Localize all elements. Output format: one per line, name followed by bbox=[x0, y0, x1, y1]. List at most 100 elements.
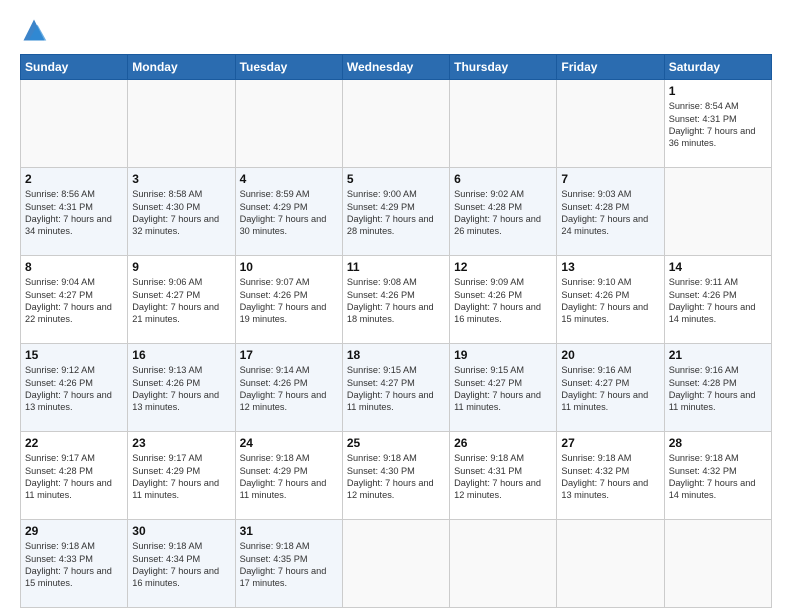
day-info: Sunrise: 9:06 AMSunset: 4:27 PMDaylight:… bbox=[132, 276, 230, 326]
calendar-cell bbox=[342, 80, 449, 168]
day-number: 1 bbox=[669, 83, 767, 99]
calendar-week-row: 22Sunrise: 9:17 AMSunset: 4:28 PMDayligh… bbox=[21, 432, 772, 520]
day-info: Sunrise: 9:08 AMSunset: 4:26 PMDaylight:… bbox=[347, 276, 445, 326]
day-number: 21 bbox=[669, 347, 767, 363]
calendar-cell: 3Sunrise: 8:58 AMSunset: 4:30 PMDaylight… bbox=[128, 168, 235, 256]
day-info: Sunrise: 9:10 AMSunset: 4:26 PMDaylight:… bbox=[561, 276, 659, 326]
calendar-cell bbox=[664, 168, 771, 256]
day-number: 6 bbox=[454, 171, 552, 187]
day-number: 26 bbox=[454, 435, 552, 451]
day-number: 18 bbox=[347, 347, 445, 363]
calendar-cell: 18Sunrise: 9:15 AMSunset: 4:27 PMDayligh… bbox=[342, 344, 449, 432]
day-number: 29 bbox=[25, 523, 123, 539]
day-number: 22 bbox=[25, 435, 123, 451]
calendar-cell bbox=[342, 520, 449, 608]
day-info: Sunrise: 9:18 AMSunset: 4:32 PMDaylight:… bbox=[669, 452, 767, 502]
day-number: 9 bbox=[132, 259, 230, 275]
calendar-day-header: Saturday bbox=[664, 55, 771, 80]
day-info: Sunrise: 9:04 AMSunset: 4:27 PMDaylight:… bbox=[25, 276, 123, 326]
calendar-cell: 24Sunrise: 9:18 AMSunset: 4:29 PMDayligh… bbox=[235, 432, 342, 520]
day-number: 12 bbox=[454, 259, 552, 275]
day-info: Sunrise: 9:15 AMSunset: 4:27 PMDaylight:… bbox=[454, 364, 552, 414]
day-info: Sunrise: 9:00 AMSunset: 4:29 PMDaylight:… bbox=[347, 188, 445, 238]
calendar-cell bbox=[21, 80, 128, 168]
calendar-cell: 14Sunrise: 9:11 AMSunset: 4:26 PMDayligh… bbox=[664, 256, 771, 344]
day-number: 5 bbox=[347, 171, 445, 187]
calendar-cell: 29Sunrise: 9:18 AMSunset: 4:33 PMDayligh… bbox=[21, 520, 128, 608]
calendar-week-row: 8Sunrise: 9:04 AMSunset: 4:27 PMDaylight… bbox=[21, 256, 772, 344]
calendar-cell bbox=[557, 520, 664, 608]
day-info: Sunrise: 9:18 AMSunset: 4:34 PMDaylight:… bbox=[132, 540, 230, 590]
calendar-day-header: Monday bbox=[128, 55, 235, 80]
calendar-week-row: 15Sunrise: 9:12 AMSunset: 4:26 PMDayligh… bbox=[21, 344, 772, 432]
calendar-body: 1Sunrise: 8:54 AMSunset: 4:31 PMDaylight… bbox=[21, 80, 772, 608]
day-info: Sunrise: 9:16 AMSunset: 4:27 PMDaylight:… bbox=[561, 364, 659, 414]
day-info: Sunrise: 9:13 AMSunset: 4:26 PMDaylight:… bbox=[132, 364, 230, 414]
day-info: Sunrise: 9:15 AMSunset: 4:27 PMDaylight:… bbox=[347, 364, 445, 414]
day-info: Sunrise: 9:18 AMSunset: 4:32 PMDaylight:… bbox=[561, 452, 659, 502]
calendar-cell bbox=[450, 520, 557, 608]
day-number: 19 bbox=[454, 347, 552, 363]
calendar-cell: 9Sunrise: 9:06 AMSunset: 4:27 PMDaylight… bbox=[128, 256, 235, 344]
calendar-cell: 15Sunrise: 9:12 AMSunset: 4:26 PMDayligh… bbox=[21, 344, 128, 432]
day-number: 23 bbox=[132, 435, 230, 451]
day-number: 11 bbox=[347, 259, 445, 275]
day-number: 15 bbox=[25, 347, 123, 363]
calendar-cell: 12Sunrise: 9:09 AMSunset: 4:26 PMDayligh… bbox=[450, 256, 557, 344]
calendar-cell bbox=[664, 520, 771, 608]
logo bbox=[20, 16, 52, 44]
day-info: Sunrise: 9:02 AMSunset: 4:28 PMDaylight:… bbox=[454, 188, 552, 238]
day-info: Sunrise: 9:17 AMSunset: 4:29 PMDaylight:… bbox=[132, 452, 230, 502]
calendar-cell bbox=[128, 80, 235, 168]
day-info: Sunrise: 9:12 AMSunset: 4:26 PMDaylight:… bbox=[25, 364, 123, 414]
day-number: 27 bbox=[561, 435, 659, 451]
day-number: 30 bbox=[132, 523, 230, 539]
calendar-cell: 26Sunrise: 9:18 AMSunset: 4:31 PMDayligh… bbox=[450, 432, 557, 520]
calendar-cell: 1Sunrise: 8:54 AMSunset: 4:31 PMDaylight… bbox=[664, 80, 771, 168]
day-info: Sunrise: 9:16 AMSunset: 4:28 PMDaylight:… bbox=[669, 364, 767, 414]
calendar-cell: 28Sunrise: 9:18 AMSunset: 4:32 PMDayligh… bbox=[664, 432, 771, 520]
calendar-cell: 4Sunrise: 8:59 AMSunset: 4:29 PMDaylight… bbox=[235, 168, 342, 256]
calendar-cell: 31Sunrise: 9:18 AMSunset: 4:35 PMDayligh… bbox=[235, 520, 342, 608]
calendar-day-header: Friday bbox=[557, 55, 664, 80]
day-info: Sunrise: 9:18 AMSunset: 4:35 PMDaylight:… bbox=[240, 540, 338, 590]
calendar-table: SundayMondayTuesdayWednesdayThursdayFrid… bbox=[20, 54, 772, 608]
day-number: 13 bbox=[561, 259, 659, 275]
calendar-cell: 30Sunrise: 9:18 AMSunset: 4:34 PMDayligh… bbox=[128, 520, 235, 608]
day-number: 20 bbox=[561, 347, 659, 363]
day-info: Sunrise: 9:18 AMSunset: 4:29 PMDaylight:… bbox=[240, 452, 338, 502]
calendar-cell: 11Sunrise: 9:08 AMSunset: 4:26 PMDayligh… bbox=[342, 256, 449, 344]
calendar-day-header: Thursday bbox=[450, 55, 557, 80]
day-info: Sunrise: 9:09 AMSunset: 4:26 PMDaylight:… bbox=[454, 276, 552, 326]
day-info: Sunrise: 9:18 AMSunset: 4:33 PMDaylight:… bbox=[25, 540, 123, 590]
calendar-day-header: Wednesday bbox=[342, 55, 449, 80]
calendar-cell: 7Sunrise: 9:03 AMSunset: 4:28 PMDaylight… bbox=[557, 168, 664, 256]
calendar-cell: 25Sunrise: 9:18 AMSunset: 4:30 PMDayligh… bbox=[342, 432, 449, 520]
calendar-cell: 16Sunrise: 9:13 AMSunset: 4:26 PMDayligh… bbox=[128, 344, 235, 432]
day-number: 4 bbox=[240, 171, 338, 187]
day-info: Sunrise: 9:07 AMSunset: 4:26 PMDaylight:… bbox=[240, 276, 338, 326]
day-number: 8 bbox=[25, 259, 123, 275]
calendar-cell bbox=[235, 80, 342, 168]
calendar-cell bbox=[557, 80, 664, 168]
calendar-day-header: Tuesday bbox=[235, 55, 342, 80]
calendar-cell: 8Sunrise: 9:04 AMSunset: 4:27 PMDaylight… bbox=[21, 256, 128, 344]
calendar-cell: 21Sunrise: 9:16 AMSunset: 4:28 PMDayligh… bbox=[664, 344, 771, 432]
day-number: 14 bbox=[669, 259, 767, 275]
day-info: Sunrise: 9:11 AMSunset: 4:26 PMDaylight:… bbox=[669, 276, 767, 326]
day-info: Sunrise: 8:58 AMSunset: 4:30 PMDaylight:… bbox=[132, 188, 230, 238]
day-number: 31 bbox=[240, 523, 338, 539]
calendar-cell: 13Sunrise: 9:10 AMSunset: 4:26 PMDayligh… bbox=[557, 256, 664, 344]
day-number: 25 bbox=[347, 435, 445, 451]
day-info: Sunrise: 8:59 AMSunset: 4:29 PMDaylight:… bbox=[240, 188, 338, 238]
day-info: Sunrise: 8:54 AMSunset: 4:31 PMDaylight:… bbox=[669, 100, 767, 150]
day-info: Sunrise: 8:56 AMSunset: 4:31 PMDaylight:… bbox=[25, 188, 123, 238]
calendar-cell: 27Sunrise: 9:18 AMSunset: 4:32 PMDayligh… bbox=[557, 432, 664, 520]
day-number: 24 bbox=[240, 435, 338, 451]
day-info: Sunrise: 9:18 AMSunset: 4:30 PMDaylight:… bbox=[347, 452, 445, 502]
calendar-cell: 2Sunrise: 8:56 AMSunset: 4:31 PMDaylight… bbox=[21, 168, 128, 256]
day-number: 28 bbox=[669, 435, 767, 451]
day-number: 16 bbox=[132, 347, 230, 363]
calendar-week-row: 29Sunrise: 9:18 AMSunset: 4:33 PMDayligh… bbox=[21, 520, 772, 608]
calendar-page: SundayMondayTuesdayWednesdayThursdayFrid… bbox=[0, 0, 792, 612]
